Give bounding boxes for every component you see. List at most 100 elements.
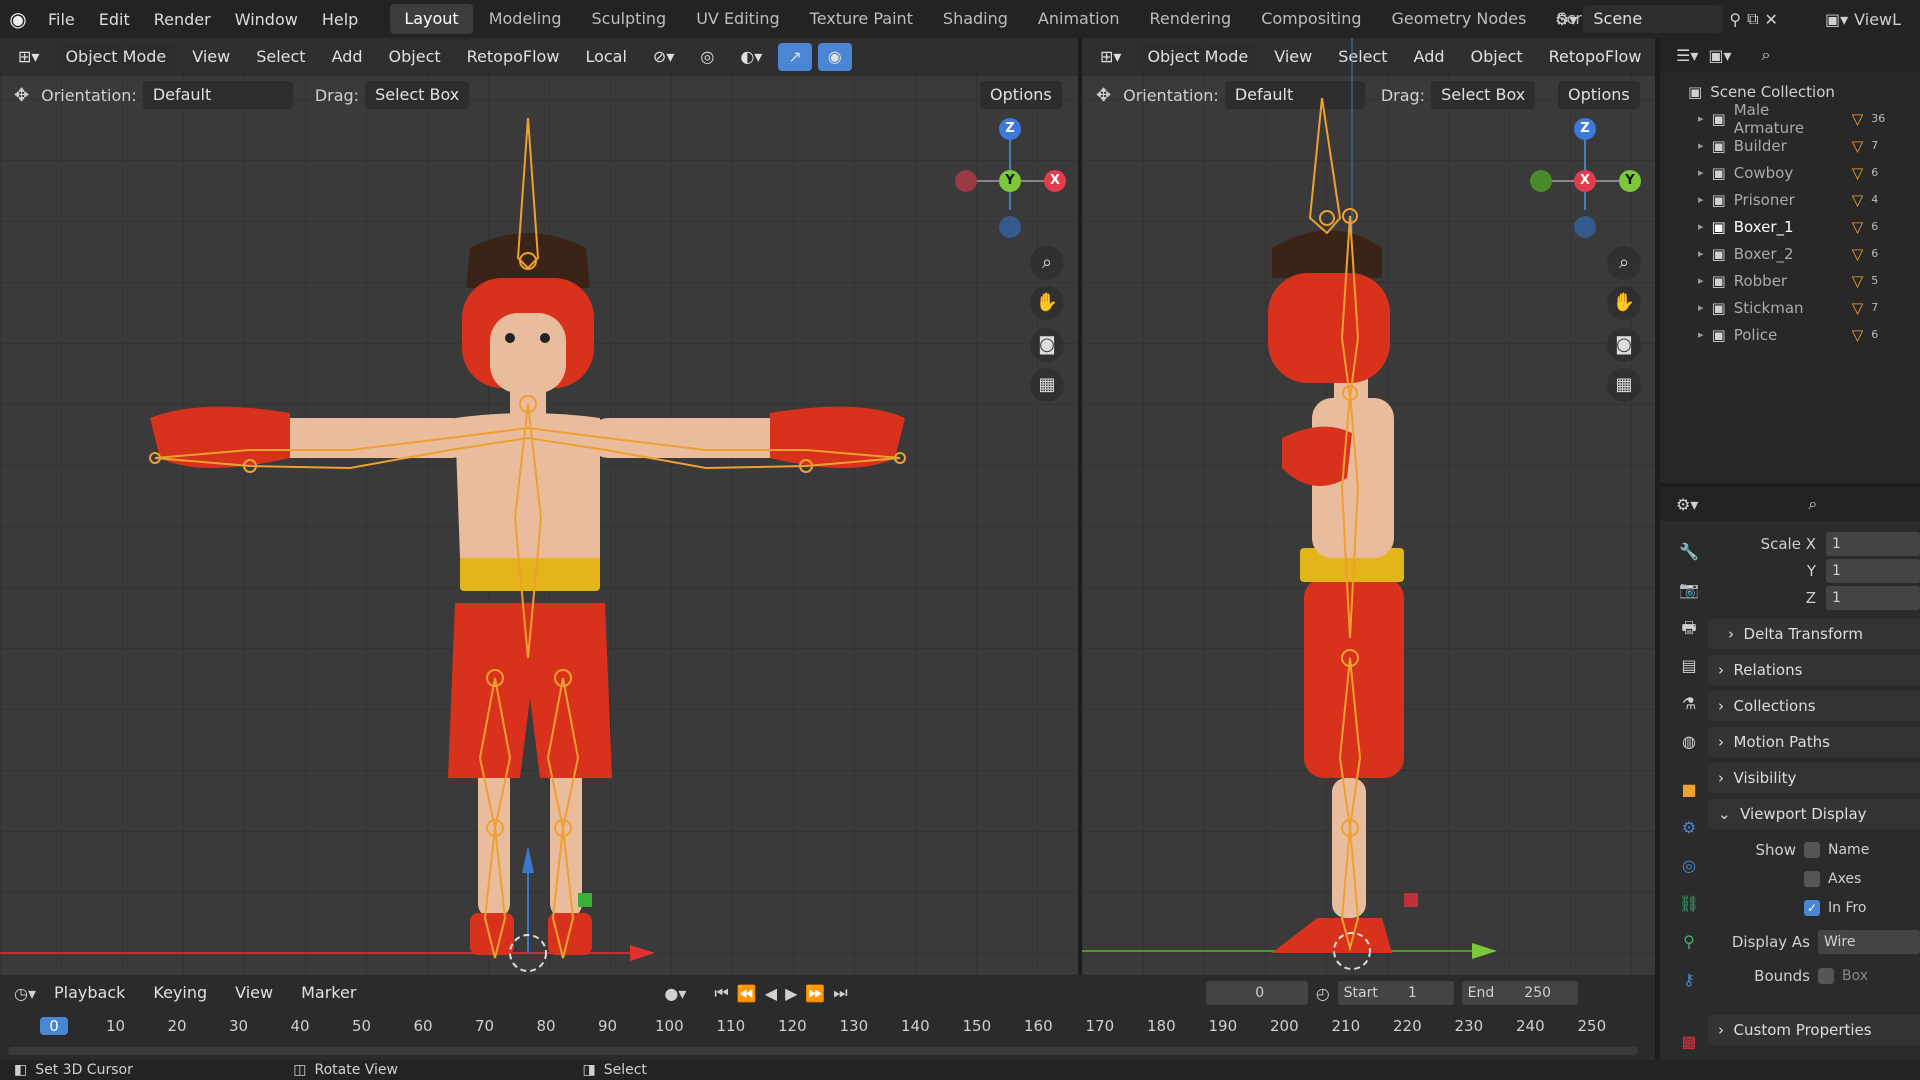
tab-texture-paint[interactable]: Texture Paint bbox=[796, 4, 927, 34]
scene-tab-icon[interactable]: ⚗ bbox=[1672, 689, 1706, 719]
panel-custom-properties[interactable]: › Custom Properties bbox=[1708, 1015, 1920, 1045]
outliner-item[interactable]: ▸ ▣ Boxer_2 ▽ 6 bbox=[1660, 240, 1920, 267]
texture-tab-icon[interactable]: ▩ bbox=[1672, 1027, 1706, 1057]
current-frame-field[interactable]: 0 bbox=[1205, 981, 1308, 1005]
expand-arrow-icon[interactable]: ▸ bbox=[1698, 139, 1704, 152]
tab-shading[interactable]: Shading bbox=[929, 4, 1022, 34]
timeline-editor-icon[interactable]: ◷▾ bbox=[14, 984, 36, 1003]
menu-keying[interactable]: Keying bbox=[143, 979, 217, 1007]
show-name-checkbox[interactable] bbox=[1804, 842, 1820, 858]
scale-x-field[interactable]: 1 bbox=[1826, 532, 1920, 556]
bounds-checkbox[interactable] bbox=[1818, 968, 1834, 984]
outliner-item[interactable]: ▸ ▣ Prisoner ▽ 4 bbox=[1660, 186, 1920, 213]
expand-arrow-icon[interactable]: ▸ bbox=[1698, 301, 1704, 314]
panel-viewport-display[interactable]: ⌄ Viewport Display bbox=[1708, 799, 1920, 829]
panel-motion-paths[interactable]: › Motion Paths bbox=[1708, 727, 1920, 757]
panel-relations[interactable]: › Relations bbox=[1708, 655, 1920, 685]
end-frame-field[interactable]: End 250 bbox=[1461, 981, 1578, 1005]
expand-arrow-icon[interactable]: ▸ bbox=[1698, 112, 1704, 125]
character-front-view[interactable] bbox=[0, 38, 1078, 975]
display-mode-icon[interactable]: ▣▾ bbox=[1708, 46, 1731, 65]
expand-arrow-icon[interactable]: ▸ bbox=[1698, 274, 1704, 287]
world-tab-icon[interactable]: ◍ bbox=[1672, 727, 1706, 757]
outliner-item[interactable]: ▸ ▣ Cowboy ▽ 6 bbox=[1660, 159, 1920, 186]
bounds-type-select[interactable]: Box bbox=[1842, 968, 1868, 984]
viewport-right[interactable]: ⊞▾ Object Mode View Select Add Object Re… bbox=[1082, 38, 1655, 975]
scene-icon[interactable]: ⚙▾ bbox=[1555, 10, 1577, 29]
clock-icon[interactable]: ◴ bbox=[1316, 984, 1330, 1003]
output-tab-icon[interactable]: 🖶 bbox=[1672, 613, 1706, 643]
expand-arrow-icon[interactable]: ▸ bbox=[1698, 166, 1704, 179]
outliner-editor-icon[interactable]: ☰▾ bbox=[1676, 46, 1698, 65]
scale-z-field[interactable]: 1 bbox=[1826, 586, 1920, 610]
jump-start-icon[interactable]: ⏮ bbox=[714, 983, 728, 1003]
start-frame-field[interactable]: Start 1 bbox=[1337, 981, 1454, 1005]
panel-delta-transform[interactable]: › Delta Transform bbox=[1708, 619, 1920, 649]
menu-playback[interactable]: Playback bbox=[44, 979, 135, 1007]
outliner-item[interactable]: ▸ ▣ Stickman ▽ 7 bbox=[1660, 294, 1920, 321]
show-axes-checkbox[interactable] bbox=[1804, 871, 1820, 887]
render-tab-icon[interactable]: 📷 bbox=[1672, 575, 1706, 605]
expand-arrow-icon[interactable]: ▸ bbox=[1698, 220, 1704, 233]
timeline-scrollbar[interactable] bbox=[8, 1047, 1638, 1055]
menu-help[interactable]: Help bbox=[310, 10, 370, 29]
expand-arrow-icon[interactable]: ▸ bbox=[1698, 247, 1704, 260]
scene-name-field[interactable]: Scene bbox=[1583, 5, 1724, 33]
prev-keyframe-icon[interactable]: ⏪ bbox=[737, 984, 757, 1003]
new-scene-icon[interactable]: ⧉ bbox=[1747, 9, 1758, 29]
display-as-label: Display As bbox=[1731, 933, 1810, 951]
outliner-item[interactable]: ▸ ▣ Boxer_1 ▽ 6 bbox=[1660, 213, 1920, 240]
tab-geometry-nodes[interactable]: Geometry Nodes bbox=[1378, 4, 1541, 34]
tool-tab-icon[interactable]: 🔧 bbox=[1672, 537, 1706, 567]
outliner-item[interactable]: ▸ ▣ Police ▽ 6 bbox=[1660, 321, 1920, 348]
record-icon[interactable]: ●▾ bbox=[664, 984, 686, 1003]
tab-sculpting[interactable]: Sculpting bbox=[577, 4, 680, 34]
tab-rendering[interactable]: Rendering bbox=[1136, 4, 1246, 34]
blender-logo-icon[interactable]: ◉ bbox=[0, 7, 36, 31]
menu-file[interactable]: File bbox=[36, 10, 87, 29]
menu-window[interactable]: Window bbox=[223, 10, 310, 29]
scale-y-field[interactable]: 1 bbox=[1826, 559, 1920, 583]
outliner-header: ☰▾ ▣▾ ⌕ bbox=[1660, 38, 1920, 72]
menu-render[interactable]: Render bbox=[142, 10, 223, 29]
search-icon[interactable]: ⌕ bbox=[1808, 494, 1817, 514]
tab-uv-editing[interactable]: UV Editing bbox=[682, 4, 793, 34]
menu-view[interactable]: View bbox=[225, 979, 283, 1007]
tab-layout[interactable]: Layout bbox=[390, 4, 473, 34]
outliner-item[interactable]: ▸ ▣ Builder ▽ 7 bbox=[1660, 132, 1920, 159]
character-side-view[interactable] bbox=[1082, 38, 1655, 975]
menu-edit[interactable]: Edit bbox=[87, 10, 142, 29]
tab-modeling[interactable]: Modeling bbox=[475, 4, 576, 34]
outliner-item[interactable]: ▸ ▣ Male Armature ▽ 36 bbox=[1660, 101, 1920, 137]
display-as-select[interactable]: Wire bbox=[1818, 930, 1920, 954]
tab-animation[interactable]: Animation bbox=[1024, 4, 1134, 34]
jump-end-icon[interactable]: ⏭ bbox=[833, 983, 847, 1003]
next-keyframe-icon[interactable]: ⏩ bbox=[805, 984, 825, 1003]
viewport-left[interactable]: ⊞▾ Object Mode View Select Add Object Re… bbox=[0, 38, 1078, 975]
object-tab-icon[interactable]: ■ bbox=[1672, 775, 1706, 805]
show-axes-label: Axes bbox=[1828, 871, 1862, 887]
pin-icon[interactable]: ⚲ bbox=[1729, 10, 1741, 29]
viewlayer-name[interactable]: ViewL bbox=[1854, 10, 1901, 29]
outliner-item[interactable]: ▸ ▣ Robber ▽ 5 bbox=[1660, 267, 1920, 294]
play-icon[interactable]: ▶ bbox=[785, 984, 797, 1003]
panel-visibility[interactable]: › Visibility bbox=[1708, 763, 1920, 793]
search-icon[interactable]: ⌕ bbox=[1762, 45, 1771, 65]
panel-collections[interactable]: › Collections bbox=[1708, 691, 1920, 721]
physics-tab-icon[interactable]: ◎ bbox=[1672, 851, 1706, 881]
modifier-tab-icon[interactable]: ⚙ bbox=[1672, 813, 1706, 843]
view-layer-tab-icon[interactable]: ▤ bbox=[1672, 651, 1706, 681]
viewlayer-icon[interactable]: ▣▾ bbox=[1825, 10, 1848, 29]
in-front-checkbox[interactable]: ✓ bbox=[1804, 900, 1820, 916]
properties-editor-icon[interactable]: ⚙▾ bbox=[1676, 495, 1698, 514]
bone-tab-icon[interactable]: ⚷ bbox=[1672, 965, 1706, 995]
constraint-tab-icon[interactable]: ⛓ bbox=[1672, 889, 1706, 919]
menu-marker[interactable]: Marker bbox=[291, 979, 366, 1007]
tab-compositing[interactable]: Compositing bbox=[1247, 4, 1375, 34]
frame-ruler[interactable]: 0 10 20 30 40 50 60 70 80 90 100 110 120 130 140 150 160… bbox=[0, 1013, 1655, 1043]
expand-arrow-icon[interactable]: ▸ bbox=[1698, 328, 1704, 341]
play-reverse-icon[interactable]: ◀ bbox=[765, 984, 777, 1003]
expand-arrow-icon[interactable]: ▸ bbox=[1698, 193, 1704, 206]
data-tab-icon[interactable]: ⚲ bbox=[1672, 927, 1706, 957]
delete-scene-icon[interactable]: ✕ bbox=[1765, 10, 1778, 29]
